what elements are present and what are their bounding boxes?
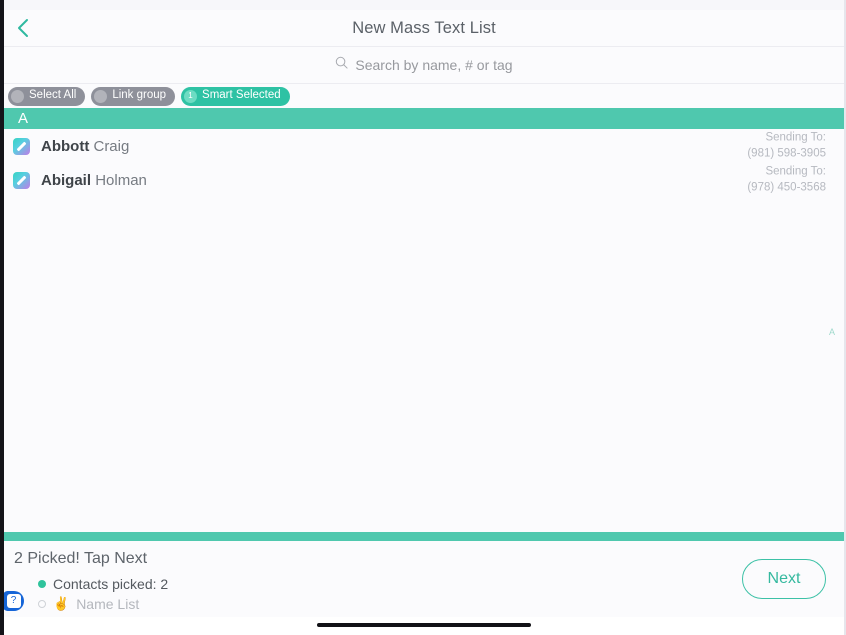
picked-status-title: 2 Picked! Tap Next (14, 550, 148, 567)
checkbox-checked-icon[interactable] (13, 137, 30, 155)
home-indicator[interactable] (317, 623, 531, 627)
chip-badge-icon (94, 89, 108, 103)
list-item: Contacts picked: 2 (38, 574, 168, 594)
app-root: New Mass Text List Search by name, # or … (0, 0, 846, 635)
contact-name: Abigail Holman (41, 172, 147, 189)
table-row[interactable]: Abbott Craig Sending To: (981) 598-3905 (4, 129, 844, 163)
chip-label: Smart Selected (202, 89, 281, 102)
contact-last-name: Abigail (41, 171, 92, 189)
contact-first-name: Holman (95, 171, 147, 189)
sending-to-label: Sending To: (765, 165, 826, 178)
search-bar[interactable]: Search by name, # or tag (4, 47, 844, 84)
alpha-index-letter-a[interactable]: A (829, 326, 835, 339)
chip-label: Link group (112, 89, 167, 102)
chip-link-group[interactable]: Link group (91, 86, 176, 106)
table-row[interactable]: Abigail Holman Sending To: (978) 450-356… (4, 163, 844, 197)
home-indicator-area (4, 617, 844, 635)
section-letter: A (18, 110, 29, 127)
chip-label: Select All (29, 89, 77, 102)
chip-badge-count: 1 (184, 89, 198, 103)
chip-select-all[interactable]: Select All (8, 86, 86, 106)
sending-to-block: Sending To: (981) 598-3905 (747, 130, 826, 161)
search-input[interactable]: Search by name, # or tag (355, 57, 512, 73)
bottom-status-panel: 2 Picked! Tap Next Contacts picked: 2 ✌️… (4, 541, 844, 617)
step-label: Contacts picked: 2 (53, 576, 169, 592)
help-button[interactable]: ? (3, 591, 24, 611)
question-mark-icon: ? (6, 594, 21, 608)
next-button[interactable]: Next (742, 559, 826, 599)
header-bar: New Mass Text List (4, 10, 844, 47)
contact-phone: (981) 598-3905 (747, 147, 826, 159)
step-label: Name List (76, 596, 140, 612)
sending-to-block: Sending To: (978) 450-3568 (747, 164, 826, 195)
checkbox-checked-icon[interactable] (13, 171, 30, 189)
step-pending-icon (38, 600, 46, 608)
contact-first-name: Craig (93, 137, 130, 155)
page-title: New Mass Text List (352, 18, 496, 37)
status-bar (4, 0, 844, 10)
contact-phone: (978) 450-3568 (747, 181, 826, 193)
contact-last-name: Abbott (41, 137, 90, 155)
contact-name: Abbott Craig (41, 138, 129, 155)
bottom-accent-bar (4, 532, 844, 541)
alphabet-index-scrubber[interactable]: A (824, 129, 840, 536)
filter-chip-bar: Select All Link group 1 Smart Selected (4, 84, 844, 108)
list-item: ✌️ Name List (38, 594, 168, 614)
chevron-left-icon (16, 18, 29, 38)
search-icon (335, 56, 348, 74)
step-complete-icon (38, 580, 46, 588)
device-edge-left (0, 0, 4, 635)
chip-smart-selected[interactable]: 1 Smart Selected (181, 86, 290, 106)
chip-badge-icon (11, 89, 24, 103)
back-button[interactable] (4, 10, 40, 46)
victory-hand-icon: ✌️ (53, 596, 70, 611)
contact-list[interactable]: Abbott Craig Sending To: (981) 598-3905 … (4, 129, 844, 536)
progress-step-list: Contacts picked: 2 ✌️ Name List (38, 574, 168, 614)
sending-to-label: Sending To: (765, 131, 826, 144)
section-header-a: A (4, 108, 844, 129)
